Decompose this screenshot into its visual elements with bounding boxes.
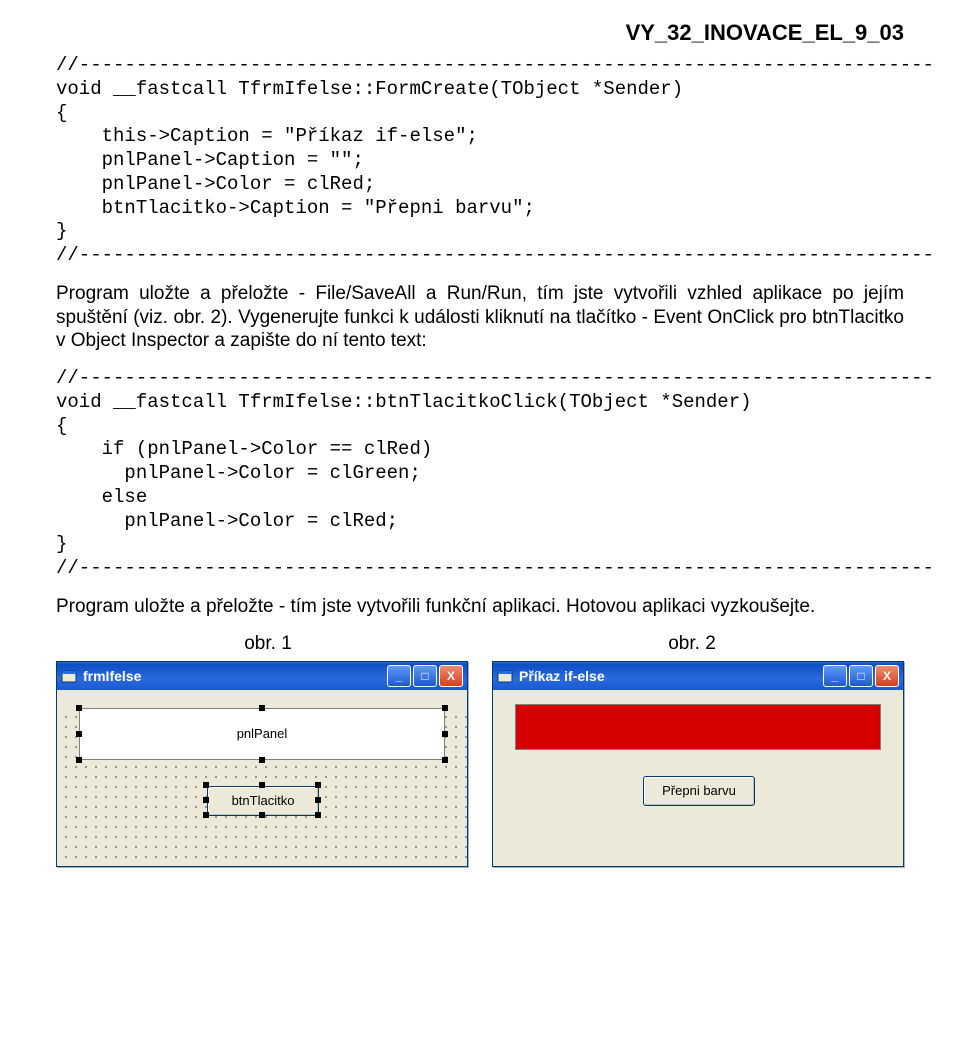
btntlacitko-design-wrapper: btnTlacitko [207,786,317,814]
titlebar[interactable]: Příkaz if-else _ □ X [493,662,903,690]
window-title: Příkaz if-else [519,668,823,684]
pnlpanel-design[interactable]: pnlPanel [79,708,445,760]
button-caption: Přepni barvu [662,783,736,798]
prepni-barvu-button[interactable]: Přepni barvu [643,776,755,806]
figure-1-label: obr. 1 [56,633,480,655]
btntlacitko-design[interactable]: btnTlacitko [207,786,319,816]
figure-2-label: obr. 2 [480,633,904,655]
pnlpanel-runtime [515,704,881,750]
close-button[interactable]: X [439,665,463,687]
minimize-icon: _ [396,669,403,683]
minimize-button[interactable]: _ [823,665,847,687]
maximize-button[interactable]: □ [413,665,437,687]
window-frmifelse-design: frmIfelse _ □ X pnlPanel [56,661,468,867]
button-caption: btnTlacitko [232,793,295,808]
app-icon [497,668,513,684]
app-icon [61,668,77,684]
btntlacitko-runtime-wrapper: Přepni barvu [643,776,753,804]
form-client-area: Přepni barvu [493,704,903,850]
paragraph-2: Program uložte a přeložte - tím jste vyt… [56,595,904,619]
minimize-icon: _ [832,669,839,683]
code-block-btnclick: //--------------------------------------… [56,367,904,581]
close-icon: X [883,669,891,683]
close-button[interactable]: X [875,665,899,687]
document-id: VY_32_INOVACE_EL_9_03 [56,20,904,46]
maximize-icon: □ [857,669,864,683]
window-prikaz-ifelse-runtime: Příkaz if-else _ □ X Přepni barvu [492,661,904,867]
panel-caption: pnlPanel [237,726,288,741]
form-client-area: pnlPanel btnTlacitko [57,708,467,866]
minimize-button[interactable]: _ [387,665,411,687]
window-title: frmIfelse [83,668,387,684]
code-block-formcreate: //--------------------------------------… [56,54,904,268]
maximize-button[interactable]: □ [849,665,873,687]
maximize-icon: □ [421,669,428,683]
paragraph-1: Program uložte a přeložte - File/SaveAll… [56,282,904,353]
close-icon: X [447,669,455,683]
titlebar[interactable]: frmIfelse _ □ X [57,662,467,690]
